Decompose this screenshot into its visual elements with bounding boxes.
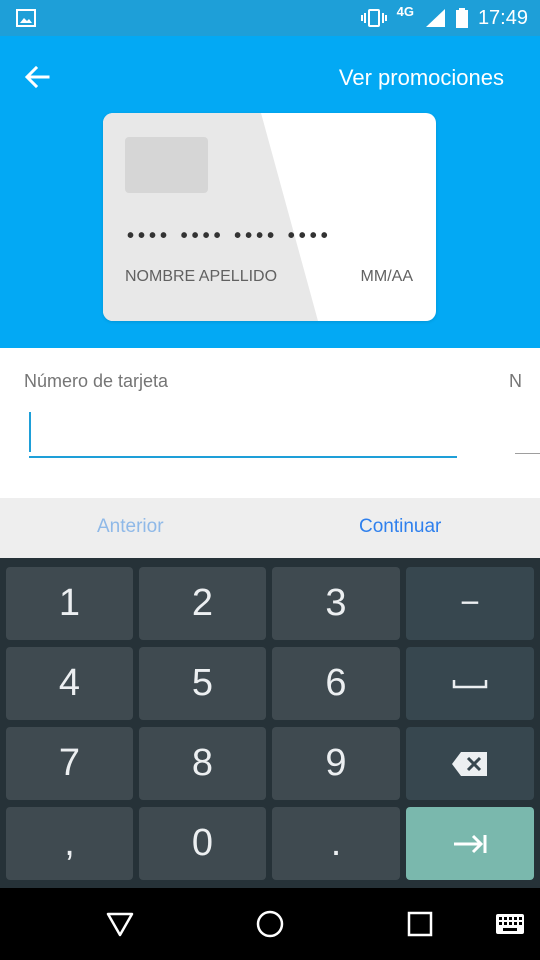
key-1[interactable]: 1 [6,567,133,640]
key-period[interactable]: . [272,807,400,880]
text-cursor [29,412,31,452]
previous-button[interactable]: Anterior [97,516,164,538]
continue-button[interactable]: Continuar [359,516,441,538]
card-preview: •••• •••• •••• •••• NOMBRE APELLIDO MM/A… [103,113,436,321]
signal-icon [424,8,446,28]
card-chip [125,137,208,193]
status-icons: 4G 17:49 [360,0,528,36]
key-minus[interactable]: − [406,567,534,640]
key-3[interactable]: 3 [272,567,400,640]
card-number-label: Número de tarjeta [24,371,169,391]
battery-icon [455,8,468,28]
key-2[interactable]: 2 [139,567,266,640]
key-7[interactable]: 7 [6,727,133,800]
tab-arrow-icon [454,834,487,853]
key-next-tab[interactable] [406,807,534,880]
key-9[interactable]: 9 [272,727,400,800]
card-holder-placeholder: NOMBRE APELLIDO [125,268,278,285]
view-promotions-button[interactable]: Ver promociones [339,65,504,91]
card-number-input[interactable] [29,412,457,458]
status-time: 17:49 [477,6,528,29]
key-5[interactable]: 5 [139,647,266,720]
keyboard-icon [496,914,524,934]
system-back-button[interactable] [100,904,140,944]
next-field-input[interactable] [515,453,540,454]
triangle-back-icon [106,912,134,937]
image-icon [16,9,36,27]
status-bar: 4G 17:49 [0,0,540,36]
key-6[interactable]: 6 [272,647,400,720]
step-navigation [0,498,540,558]
back-button[interactable] [22,62,62,96]
key-space[interactable] [406,647,534,720]
system-home-button[interactable] [250,904,290,944]
vibrate-icon [360,8,387,28]
key-4[interactable]: 4 [6,647,133,720]
key-backspace[interactable] [406,727,534,800]
key-8[interactable]: 8 [139,727,266,800]
card-expiry-placeholder: MM/AA [360,268,413,285]
numeric-keyboard: 1 2 3 − 4 5 6 7 8 9 , 0 . [0,558,540,888]
backspace-icon [452,751,487,776]
card-number-mask: •••• •••• •••• •••• [127,225,332,247]
square-recents-icon [407,911,433,937]
key-comma[interactable]: , [6,807,133,880]
system-navigation-bar [0,888,540,960]
system-recents-button[interactable] [400,904,440,944]
keyboard-switch-button[interactable] [490,904,530,944]
space-icon [452,679,488,688]
key-0[interactable]: 0 [139,807,266,880]
arrow-left-icon [24,65,50,89]
next-field-label: N [509,371,522,391]
circle-home-icon [256,910,284,938]
network-type: 4G [396,3,414,19]
